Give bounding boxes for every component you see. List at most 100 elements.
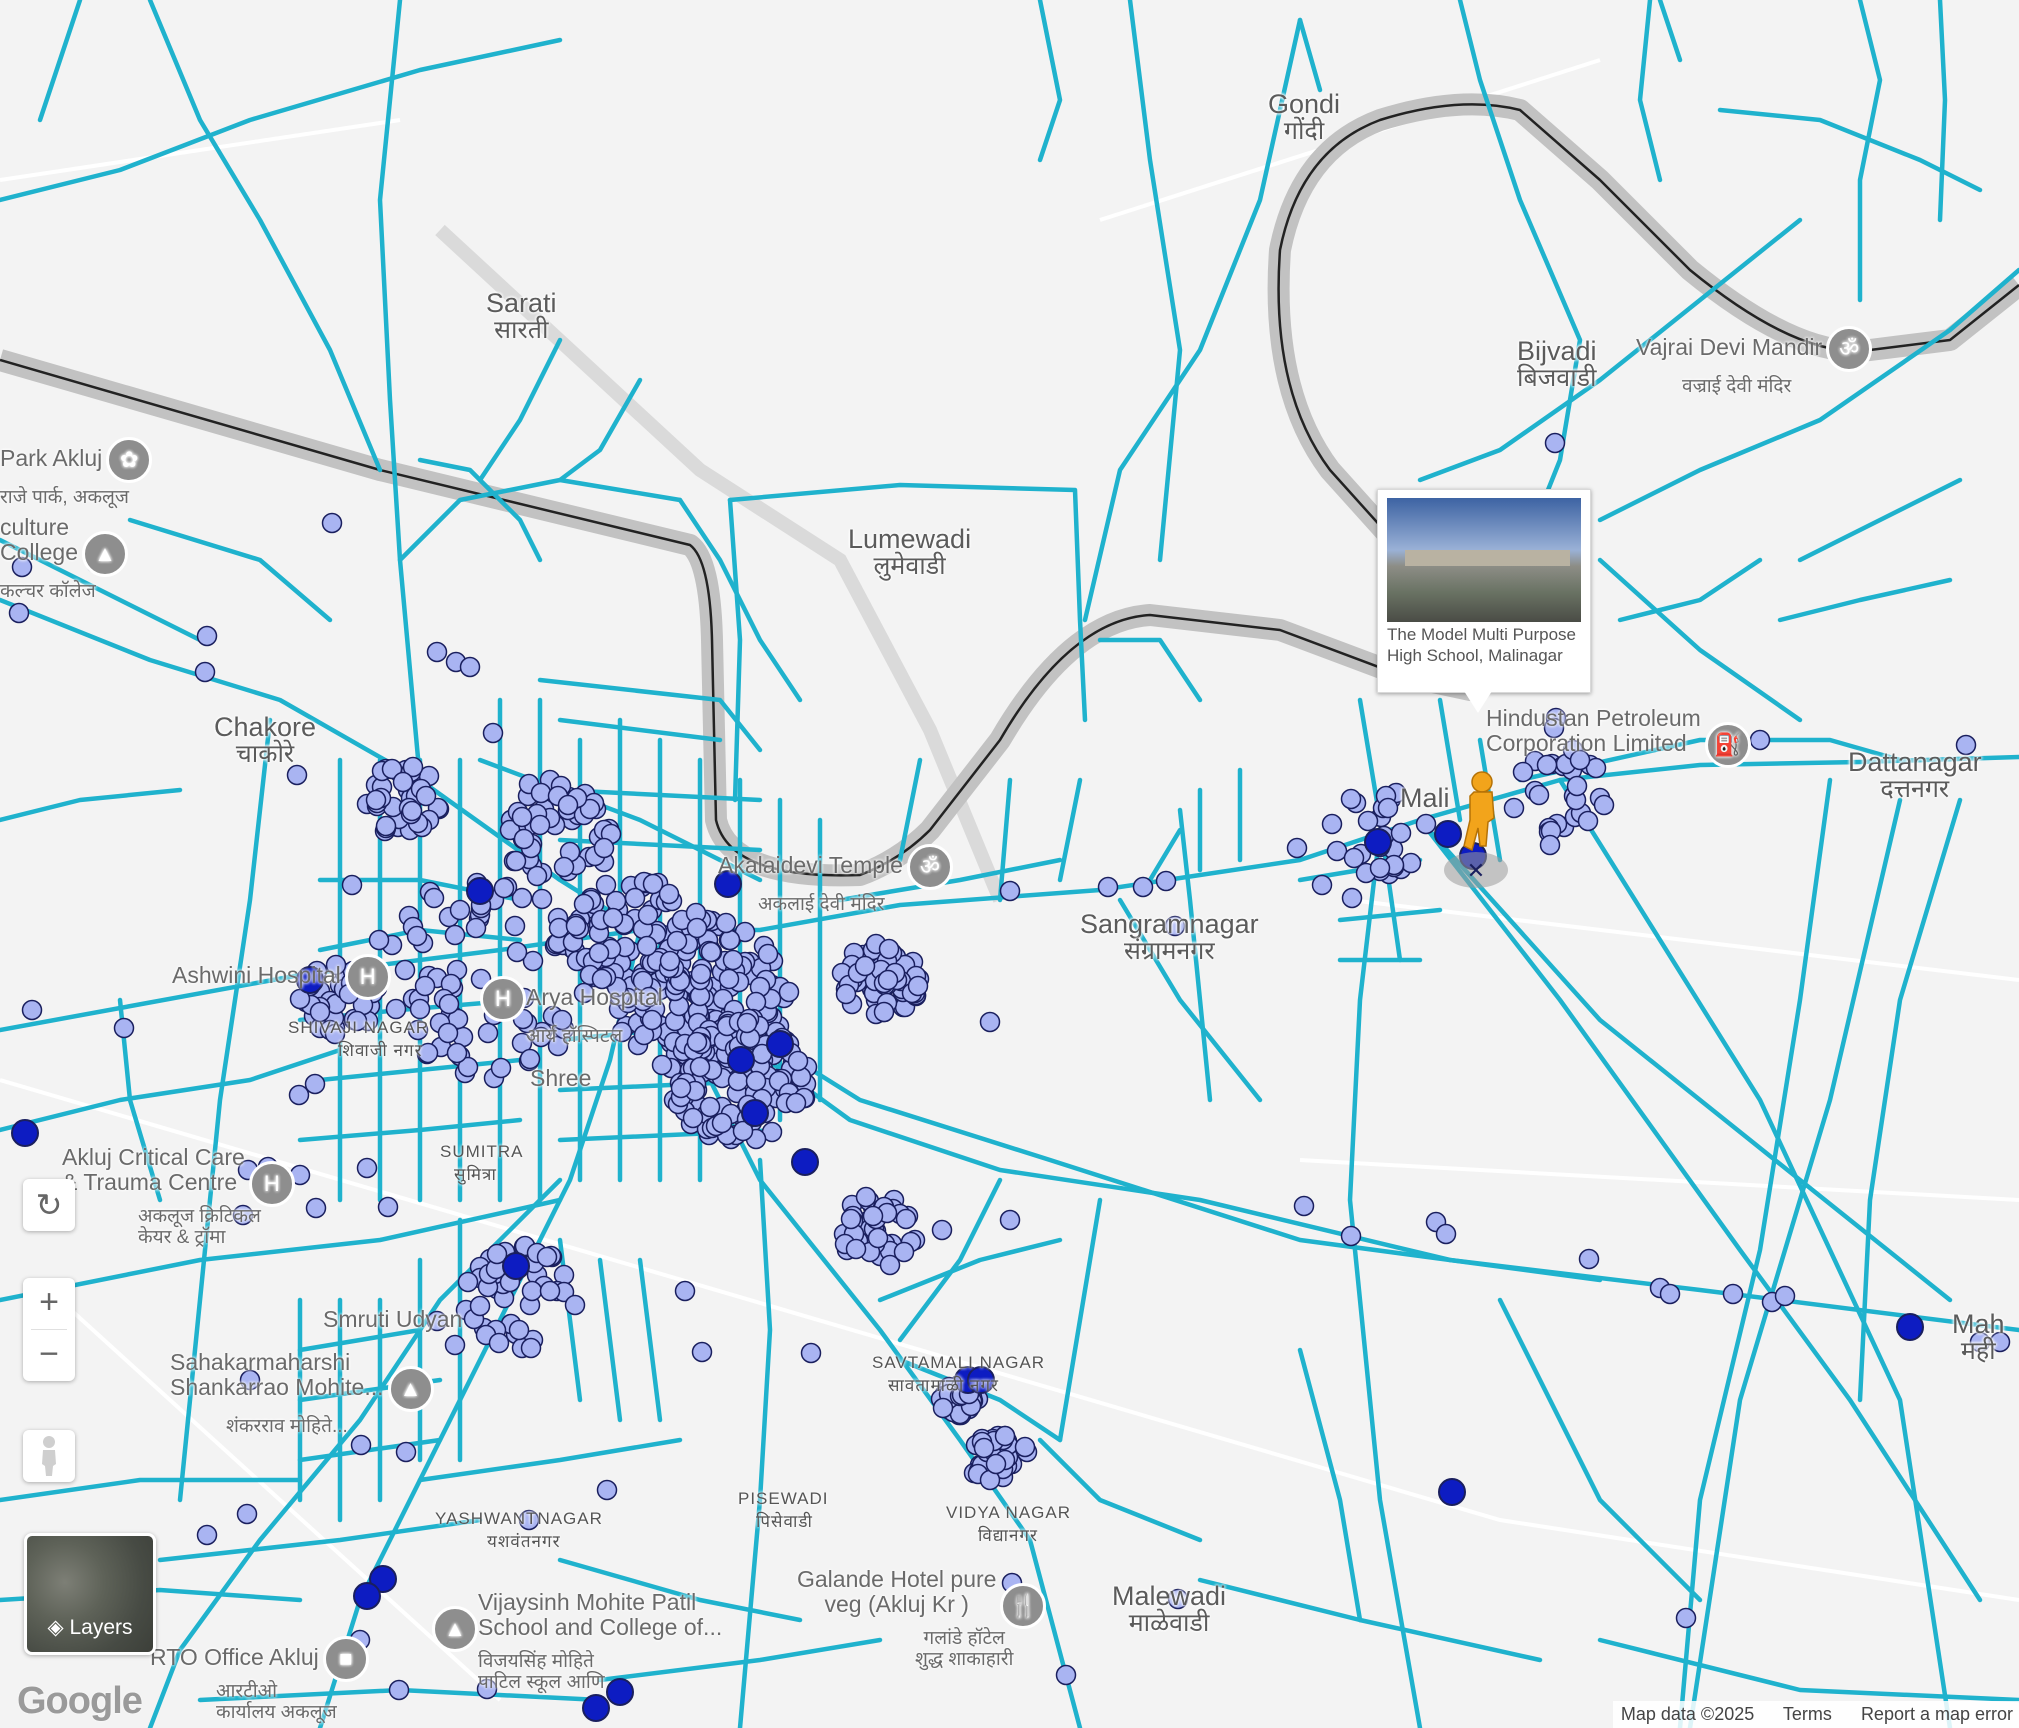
location-point[interactable] — [449, 899, 471, 921]
location-point[interactable] — [530, 782, 552, 804]
location-point[interactable] — [531, 888, 553, 910]
location-point[interactable] — [392, 771, 414, 793]
location-point[interactable] — [377, 1196, 399, 1218]
poi-arya-hospital[interactable]: H Arya Hospital आर्य हॉस्पिटल — [476, 976, 663, 1048]
location-point[interactable] — [855, 1186, 877, 1208]
location-point[interactable] — [1539, 834, 1561, 856]
location-point[interactable] — [415, 785, 437, 807]
location-point[interactable] — [624, 887, 646, 909]
location-point[interactable] — [1286, 837, 1308, 859]
location-point[interactable] — [350, 1434, 372, 1456]
location-point[interactable] — [651, 1054, 673, 1076]
location-point[interactable] — [670, 1077, 692, 1099]
location-point[interactable] — [674, 1280, 696, 1302]
location-point[interactable] — [457, 1271, 479, 1293]
location-point[interactable] — [699, 1096, 721, 1118]
location-point[interactable] — [1340, 1225, 1362, 1247]
location-point[interactable] — [666, 930, 688, 952]
location-point[interactable] — [401, 800, 423, 822]
location-point[interactable] — [588, 942, 610, 964]
location-point[interactable] — [1400, 852, 1422, 874]
location-point[interactable] — [426, 641, 448, 663]
location-point[interactable] — [553, 856, 575, 878]
location-point[interactable] — [395, 1441, 417, 1463]
street-view-pegman-button[interactable] — [23, 1430, 75, 1482]
location-point[interactable] — [994, 1425, 1016, 1447]
location-point[interactable] — [8, 602, 30, 624]
location-point[interactable] — [565, 915, 587, 937]
location-point[interactable] — [465, 917, 487, 939]
location-point[interactable] — [1544, 432, 1566, 454]
location-point[interactable] — [602, 907, 624, 929]
location-point[interactable] — [1155, 870, 1177, 892]
location-point[interactable] — [305, 1197, 327, 1219]
location-point[interactable] — [1659, 1283, 1681, 1305]
highlight-location-point[interactable] — [466, 877, 494, 905]
location-point[interactable] — [979, 1011, 1001, 1033]
poi-rto-office[interactable]: RTO Office Akluj ■ आरटीओ कार्यालय अकलूज — [150, 1636, 369, 1724]
map-canvas[interactable]: Sarati सारती Lumewadi लुमेवाडी Chakore च… — [0, 0, 2019, 1728]
location-point[interactable] — [999, 880, 1021, 902]
location-point[interactable] — [388, 1679, 410, 1701]
location-point[interactable] — [511, 806, 533, 828]
location-point[interactable] — [867, 1227, 889, 1249]
location-point[interactable] — [715, 912, 737, 934]
location-point[interactable] — [446, 1042, 468, 1064]
location-point[interactable] — [873, 1001, 895, 1023]
terms-link[interactable]: Terms — [1783, 1704, 1832, 1724]
location-point[interactable] — [1377, 797, 1399, 819]
location-point[interactable] — [727, 1070, 749, 1092]
location-point[interactable] — [469, 1295, 491, 1317]
poi-ashwini-hospital[interactable]: Ashwini Hospital H — [172, 954, 391, 1000]
location-point[interactable] — [932, 1397, 954, 1419]
location-point[interactable] — [409, 998, 431, 1020]
location-point[interactable] — [1097, 876, 1119, 898]
location-point[interactable] — [573, 893, 595, 915]
report-error-link[interactable]: Report a map error — [1861, 1704, 2013, 1724]
location-point[interactable] — [394, 959, 416, 981]
location-point[interactable] — [482, 722, 504, 744]
location-point[interactable] — [1528, 784, 1550, 806]
poi-akluj-critical-care[interactable]: Akluj Critical Care & Trauma CentreH अकल… — [62, 1144, 295, 1249]
highlight-location-point[interactable] — [1896, 1313, 1924, 1341]
location-point[interactable] — [835, 983, 857, 1005]
location-point[interactable] — [985, 1453, 1007, 1475]
location-point[interactable] — [840, 1208, 862, 1230]
location-point[interactable] — [536, 1246, 558, 1268]
location-point[interactable] — [414, 975, 436, 997]
location-point[interactable] — [931, 1219, 953, 1241]
location-point[interactable] — [689, 1056, 711, 1078]
highlight-location-point[interactable] — [727, 1046, 755, 1074]
location-point[interactable] — [1321, 813, 1343, 835]
location-point[interactable] — [1577, 810, 1599, 832]
highlight-location-point[interactable] — [11, 1119, 39, 1147]
location-point[interactable] — [236, 1503, 258, 1525]
location-point[interactable] — [878, 938, 900, 960]
location-point[interactable] — [642, 873, 664, 895]
location-point[interactable] — [787, 1050, 809, 1072]
location-point[interactable] — [595, 874, 617, 896]
location-point[interactable] — [321, 512, 343, 534]
location-point[interactable] — [513, 828, 535, 850]
location-point[interactable] — [907, 975, 929, 997]
highlight-location-point[interactable] — [1364, 828, 1392, 856]
highlight-location-point[interactable] — [741, 1099, 769, 1127]
location-point[interactable] — [444, 924, 466, 946]
location-point[interactable] — [1415, 813, 1437, 835]
location-point[interactable] — [1435, 1223, 1457, 1245]
location-point[interactable] — [21, 999, 43, 1021]
location-point[interactable] — [1357, 810, 1379, 832]
location-point[interactable] — [686, 917, 708, 939]
location-point[interactable] — [341, 874, 363, 896]
poi-vijaysinh-school[interactable]: ▲Vijaysinh Mohite Patil School and Colle… — [428, 1589, 722, 1694]
location-point[interactable] — [1326, 840, 1348, 862]
street-view-thumbnail[interactable] — [1387, 498, 1581, 622]
location-point[interactable] — [757, 943, 779, 965]
pegman-marker[interactable]: ✕ — [1440, 766, 1520, 890]
location-point[interactable] — [490, 1057, 512, 1079]
location-point[interactable] — [488, 1332, 510, 1354]
location-point[interactable] — [862, 1205, 884, 1227]
location-point[interactable] — [785, 1092, 807, 1114]
location-point[interactable] — [778, 981, 800, 1003]
location-point[interactable] — [196, 1524, 218, 1546]
